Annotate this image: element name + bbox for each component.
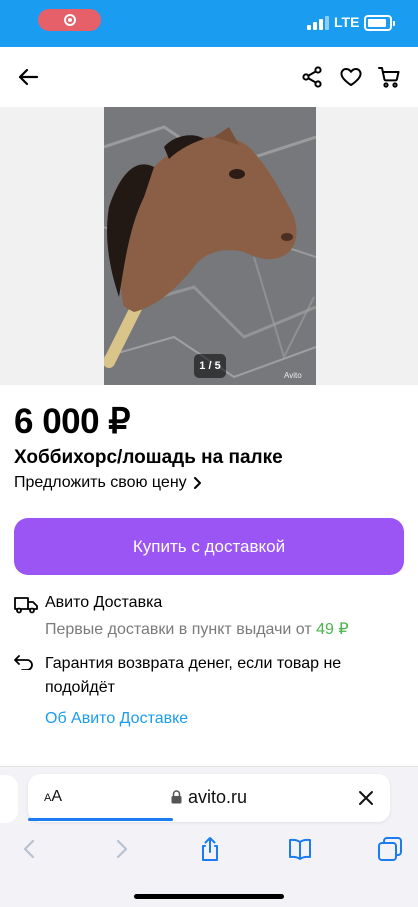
product-photo[interactable]	[104, 107, 316, 385]
heart-icon[interactable]	[339, 65, 363, 89]
delivery-subtitle: Первые доставки в пункт выдачи от 49 ₽	[45, 619, 349, 639]
record-icon	[64, 14, 76, 26]
offer-price-label: Предложить свою цену	[14, 474, 187, 491]
return-icon	[14, 655, 33, 670]
chevron-right-icon	[193, 477, 201, 489]
listing-title: Хоббихорс/лошадь на палке	[14, 447, 283, 468]
signal-icon	[307, 16, 329, 30]
top-navbar	[0, 47, 418, 107]
buy-with-delivery-button[interactable]: Купить с доставкой	[14, 518, 404, 575]
delivery-price: 49 ₽	[316, 621, 349, 638]
address-bar[interactable]: AA avito.ru	[28, 774, 390, 822]
truck-icon	[14, 597, 38, 614]
battery-icon	[364, 15, 395, 31]
cart-icon[interactable]	[377, 65, 401, 89]
arrow-left-icon[interactable]	[16, 65, 40, 89]
offer-price-link[interactable]: Предложить свою цену	[14, 474, 203, 492]
browser-toolbar: AA avito.ru	[0, 766, 418, 907]
tabs-icon[interactable]	[376, 835, 404, 863]
text-size-button[interactable]: AA	[44, 788, 62, 806]
network-type: LTE	[334, 14, 360, 30]
price: 6 000 ₽	[14, 402, 131, 441]
forward-icon[interactable]	[107, 835, 135, 863]
back-icon[interactable]	[16, 835, 44, 863]
home-indicator[interactable]	[134, 894, 284, 899]
bookmarks-icon[interactable]	[286, 835, 314, 863]
about-delivery-link[interactable]: Об Авито Доставке	[45, 710, 188, 728]
share-icon[interactable]	[300, 65, 324, 89]
screen-recording-indicator[interactable]	[38, 9, 101, 31]
guarantee-text: Гарантия возврата денег, если товар не п…	[45, 655, 342, 696]
delivery-subtitle-text: Первые доставки в пункт выдачи от	[45, 621, 312, 638]
watermark: Avito	[284, 371, 302, 380]
share-icon[interactable]	[196, 835, 224, 863]
previous-tab-preview[interactable]	[0, 775, 18, 823]
page-load-progress	[28, 818, 173, 821]
url-text: avito.ru	[188, 787, 248, 807]
photo-gallery[interactable]: 1 / 5	[0, 107, 418, 385]
status-bar: LTE	[0, 0, 418, 47]
lock-icon	[171, 790, 182, 804]
photo-counter: 1 / 5	[194, 354, 226, 378]
delivery-title: Авито Доставка	[45, 594, 163, 611]
stop-loading-icon[interactable]	[358, 790, 374, 806]
